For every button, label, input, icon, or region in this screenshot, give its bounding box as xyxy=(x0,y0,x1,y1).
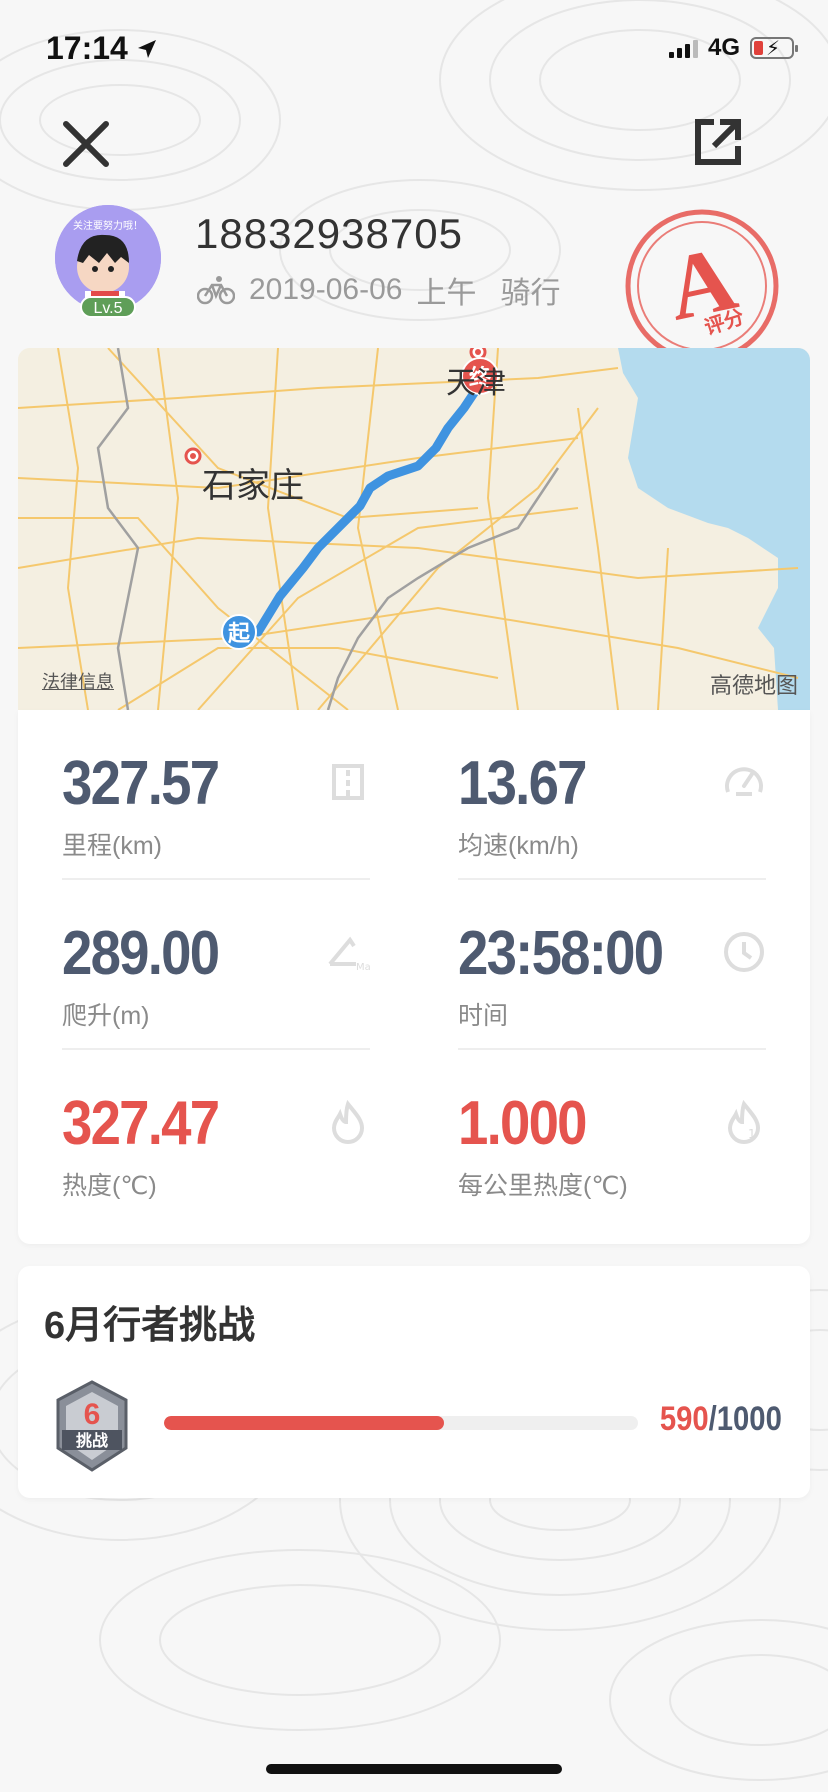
battery-icon: ⚡ xyxy=(750,37,798,60)
ride-date: 2019-06-06 xyxy=(249,273,403,306)
challenge-progress-text: 590/1000 xyxy=(660,1400,782,1439)
svg-text:Max: Max xyxy=(356,962,370,973)
status-indicators: 4G ⚡ xyxy=(668,34,798,62)
challenge-badge-icon: 6 挑战 xyxy=(56,1380,128,1472)
legal-info-link[interactable]: 法律信息 xyxy=(42,668,114,694)
stats-card: 327.57 里程(km) 13.67 均速(km/h) 289.00 爬升(m… xyxy=(18,710,810,1244)
stat-label: 爬升(m) xyxy=(62,1002,150,1030)
stat-value: 23:58:00 xyxy=(458,919,664,988)
stat-heat: 327.47 热度(℃) xyxy=(62,1050,370,1220)
stat-value: 289.00 xyxy=(62,919,220,988)
grade-stamp: A 评分 xyxy=(625,209,779,363)
stat-value: 13.67 xyxy=(458,749,587,818)
challenge-title: 6月行者挑战 xyxy=(44,1305,256,1347)
challenge-current: 590 xyxy=(660,1400,709,1438)
stat-label: 热度(℃) xyxy=(62,1172,157,1200)
stat-heat-per-km: 1.000 每公里热度(℃) 1 xyxy=(458,1050,766,1220)
clock-icon xyxy=(724,932,764,972)
road-icon xyxy=(332,764,364,800)
destination-label: 天津 xyxy=(446,367,506,400)
climb-max-icon: Max xyxy=(328,936,370,973)
close-icon[interactable] xyxy=(56,114,116,174)
challenge-progress-fill xyxy=(164,1416,444,1430)
map-provider-label: 高德地图 xyxy=(709,673,798,698)
network-label: 4G xyxy=(707,34,740,61)
stat-label: 每公里热度(℃) xyxy=(458,1172,628,1200)
level-badge: Lv.5 xyxy=(80,296,136,318)
stat-value: 327.47 xyxy=(62,1089,220,1158)
stat-climb: 289.00 爬升(m) Max xyxy=(62,880,370,1050)
stat-label: 时间 xyxy=(458,1002,509,1030)
svg-text:关注要努力哦！: 关注要努力哦！ xyxy=(73,219,143,232)
stat-duration: 23:58:00 时间 xyxy=(458,880,766,1050)
svg-text:6: 6 xyxy=(84,1398,101,1431)
flame-per-km-icon: 1 xyxy=(727,1100,761,1144)
speedometer-icon xyxy=(725,767,763,796)
challenge-card[interactable]: 6月行者挑战 6 挑战 590/1000 xyxy=(18,1266,810,1498)
bicycle-icon xyxy=(197,276,235,305)
stat-value: 327.57 xyxy=(62,749,220,818)
location-arrow-icon xyxy=(137,39,156,58)
challenge-progress-bar xyxy=(164,1416,638,1430)
ride-info: 2019-06-06 上午 骑行 xyxy=(197,268,560,312)
start-marker: 起 xyxy=(227,622,251,647)
ride-period: 上午 xyxy=(416,277,477,310)
city-label: 石家庄 xyxy=(202,467,304,505)
stat-value: 1.000 xyxy=(458,1089,587,1158)
user-name: 18832938705 xyxy=(195,210,463,257)
signal-icon xyxy=(668,38,698,58)
svg-text:挑战: 挑战 xyxy=(76,1431,108,1450)
flame-icon xyxy=(331,1100,365,1144)
svg-text:1: 1 xyxy=(748,1127,756,1141)
time-text: 17:14 xyxy=(46,30,128,66)
stat-distance: 327.57 里程(km) xyxy=(62,710,370,880)
home-indicator[interactable] xyxy=(266,1764,562,1774)
status-time: 17:14 xyxy=(46,30,158,67)
stat-average-speed: 13.67 均速(km/h) xyxy=(458,710,766,880)
stat-label: 里程(km) xyxy=(62,832,162,860)
share-icon[interactable] xyxy=(692,116,744,168)
challenge-target: 1000 xyxy=(716,1400,782,1438)
map-canvas: 起 终 xyxy=(18,348,810,710)
ride-type: 骑行 xyxy=(500,277,561,310)
route-map[interactable]: 起 终 石家庄 天津 法律信息 高德地图 xyxy=(18,348,810,710)
stat-label: 均速(km/h) xyxy=(458,832,579,860)
